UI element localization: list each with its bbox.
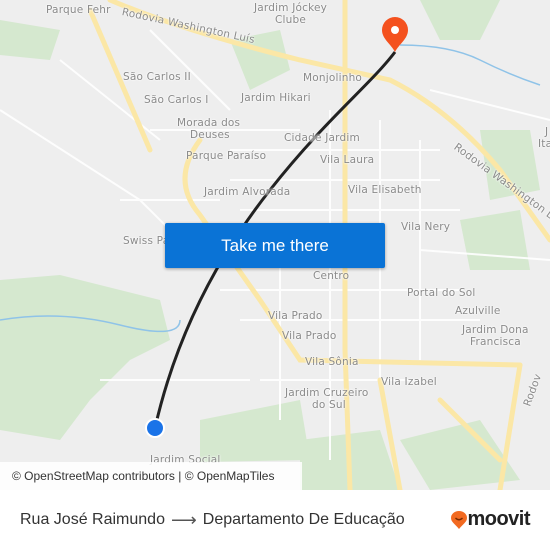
map-label: J [545, 126, 549, 138]
map-label: Swiss Pa [123, 235, 170, 247]
destination-pin-icon [382, 17, 408, 52]
map-label: Jardim Hikari [241, 92, 311, 104]
map-label: Vila Nery [401, 221, 451, 233]
map-label: Vila Sônia [305, 356, 359, 368]
map-label: Vila Izabel [381, 376, 437, 388]
map-label: Jardim Alvorada [204, 186, 291, 198]
map-label: Parque Paraíso [186, 150, 267, 162]
map-label: Monjolinho [303, 72, 363, 84]
map-label: Clube [275, 14, 307, 26]
take-me-there-button[interactable]: Take me there [165, 223, 385, 268]
park-area [0, 20, 60, 60]
map-label: Parque Fehr [46, 4, 111, 16]
park-area [420, 0, 500, 40]
map-label: Vila Prado [282, 330, 337, 342]
map-label: Jardim Cruzeiro [285, 387, 369, 399]
river [399, 44, 541, 86]
map-label: Vila Laura [320, 154, 375, 166]
footer: Rua José Raimundo ⟶ Departamento De Educ… [0, 490, 550, 550]
map-label: Ita [538, 138, 550, 150]
origin-dot-icon [145, 418, 165, 438]
map-label: Jardim Dona [462, 324, 529, 336]
park-area [460, 210, 530, 270]
map-label: Francisca [470, 336, 521, 348]
logo-text: moovit [467, 508, 530, 530]
map-label: Vila Elisabeth [348, 184, 422, 196]
map-label: Portal do Sol [407, 287, 476, 299]
origin-name: Rua José Raimundo [20, 511, 165, 528]
map-label: Centro [313, 270, 350, 282]
park-area [200, 400, 310, 462]
map-attribution[interactable]: © OpenStreetMap contributors | © OpenMap… [0, 462, 302, 490]
map-label: Jardim Jóckey [254, 2, 328, 14]
map-label: Deuses [190, 129, 230, 141]
map-label: do Sul [312, 399, 346, 411]
map-label: Vila Prado [268, 310, 323, 322]
map-label: Morada dos [177, 117, 241, 129]
map-label: Cidade Jardim [284, 132, 360, 144]
moovit-logo: moovit [451, 508, 530, 531]
map-label: Azulville [455, 305, 501, 317]
arrow-right-icon: ⟶ [170, 509, 197, 530]
moovit-pin-icon [451, 510, 468, 529]
map-label: São Carlos I [144, 94, 209, 106]
park-area [0, 275, 170, 440]
map-label: São Carlos II [123, 71, 191, 83]
destination-name: Departamento De Educação [202, 511, 405, 528]
map[interactable]: Parque Fehr Rodovia Washington Luís Jard… [0, 0, 550, 490]
